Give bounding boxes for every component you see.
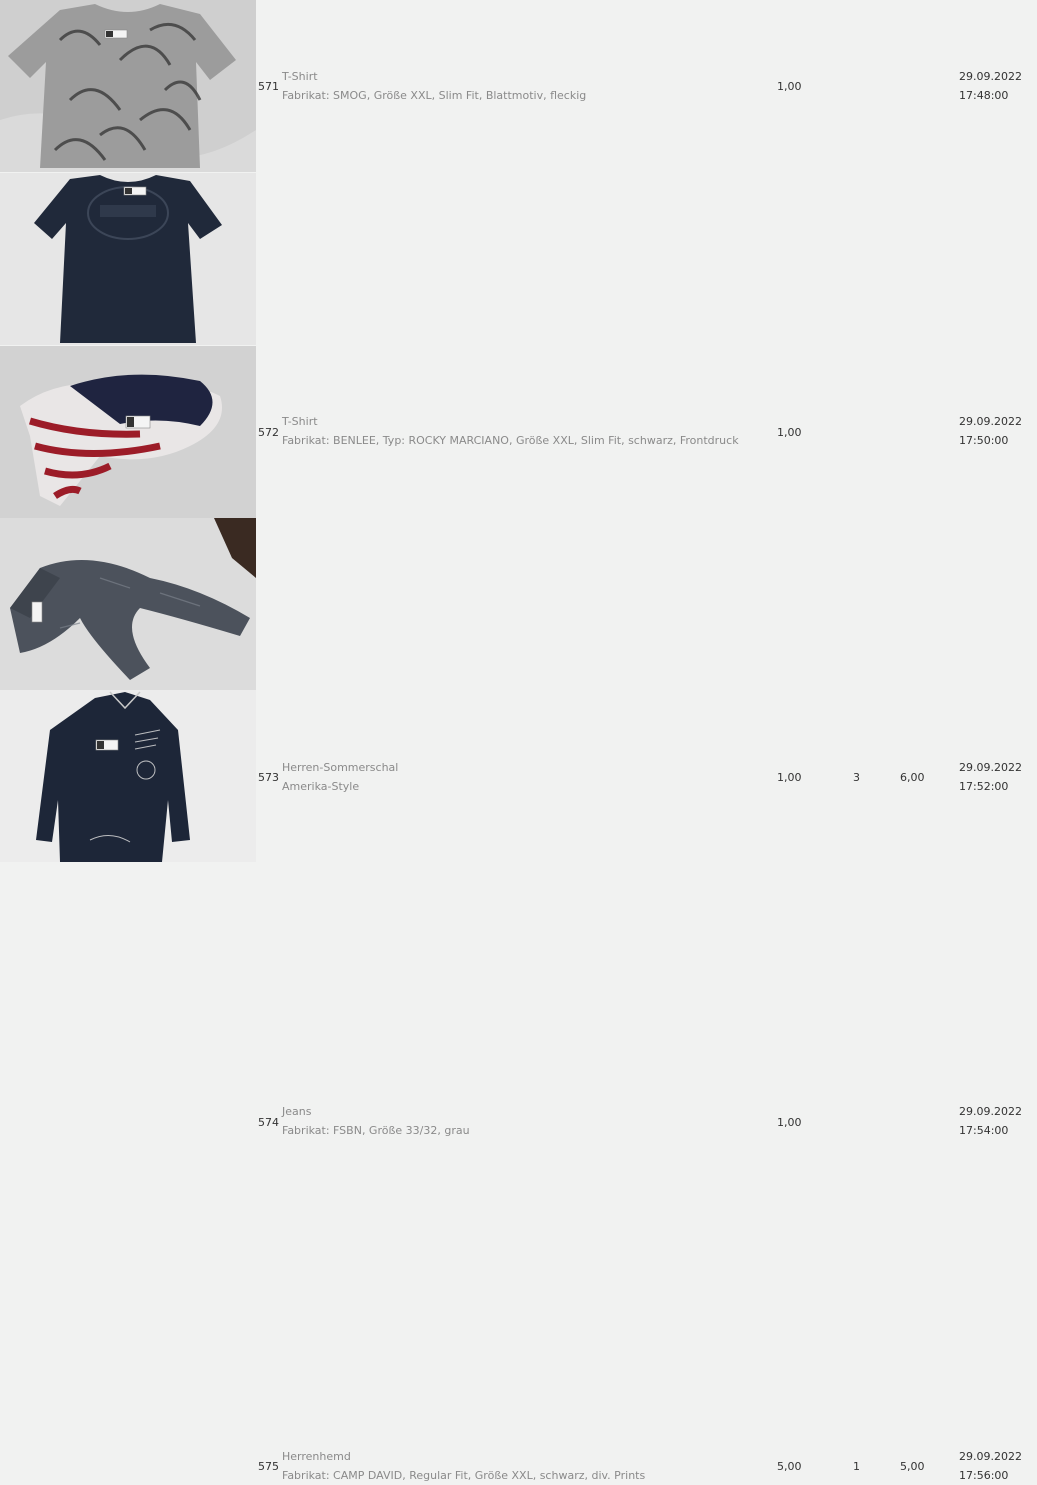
item-quantity: 1,00 [777, 1116, 802, 1129]
item-time: 17:54:00 [959, 1124, 1009, 1137]
item-photo-tshirt-leaf[interactable] [0, 0, 256, 172]
item-time: 17:56:00 [959, 1469, 1009, 1482]
item-date: 29.09.2022 [959, 70, 1022, 83]
item-title: T-Shirt [282, 70, 318, 83]
item-datetime: 29.09.2022 17:56:00 [959, 1447, 1022, 1485]
item-details: Fabrikat: FSBN, Größe 33/32, grau [282, 1124, 470, 1137]
item-title: Jeans [282, 1105, 312, 1118]
list-item[interactable]: 575 Herrenhemd Fabrikat: CAMP DAVID, Reg… [0, 690, 1037, 1482]
item-photo-tshirt-black[interactable] [0, 173, 256, 345]
item-datetime: 29.09.2022 17:54:00 [959, 1102, 1022, 1140]
list-item[interactable]: 574 Jeans Fabrikat: FSBN, Größe 33/32, g… [0, 518, 1037, 1137]
item-date: 29.09.2022 [959, 1450, 1022, 1463]
item-time: 17:48:00 [959, 89, 1009, 102]
list-item[interactable]: 573 Herren-Sommerschal Amerika-Style 1,0… [0, 346, 1037, 793]
item-description: T-Shirt Fabrikat: SMOG, Größe XXL, Slim … [282, 67, 586, 105]
item-datetime: 29.09.2022 17:48:00 [959, 67, 1022, 105]
item-date: 29.09.2022 [959, 1105, 1022, 1118]
item-photo-shirt[interactable] [0, 690, 256, 862]
item-number: 571 [258, 80, 279, 93]
item-details: Fabrikat: CAMP DAVID, Regular Fit, Größe… [282, 1469, 646, 1482]
item-photo-jeans[interactable] [0, 518, 256, 690]
item-quantity: 1,00 [777, 80, 802, 93]
item-description: Jeans Fabrikat: FSBN, Größe 33/32, grau [282, 1102, 470, 1140]
list-item[interactable]: 572 T-Shirt Fabrikat: BENLEE, Typ: ROCKY… [0, 173, 1037, 447]
list-item[interactable]: 571 T-Shirt Fabrikat: SMOG, Größe XXL, S… [0, 0, 1037, 172]
item-description: Herrenhemd Fabrikat: CAMP DAVID, Regular… [282, 1447, 645, 1485]
item-title: Herrenhemd [282, 1450, 351, 1463]
item-list: 571 T-Shirt Fabrikat: SMOG, Größe XXL, S… [0, 0, 1037, 1482]
item-photo-flag-scarf[interactable] [0, 346, 256, 518]
item-price: 5,00 [900, 1460, 925, 1473]
item-number: 575 [258, 1460, 279, 1473]
item-quantity: 5,00 [777, 1460, 802, 1473]
item-count: 1 [853, 1460, 860, 1473]
item-details: Fabrikat: SMOG, Größe XXL, Slim Fit, Bla… [282, 89, 587, 102]
item-number: 574 [258, 1116, 279, 1129]
